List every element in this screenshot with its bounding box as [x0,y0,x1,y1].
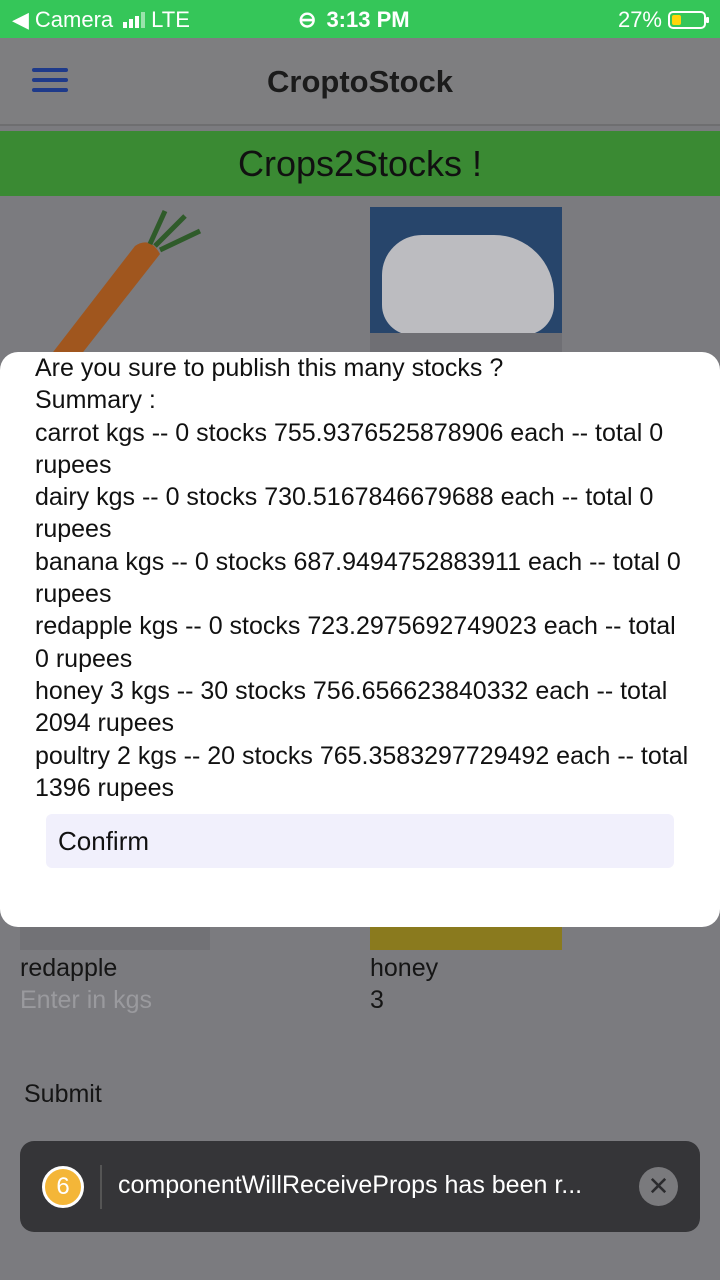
modal-summary: Are you sure to publish this many stocks… [35,352,690,804]
status-left[interactable]: ◀ Camera LTE [12,7,190,33]
summary-line-poultry: poultry 2 kgs -- 20 stocks 765.358329772… [35,741,689,802]
link-icon: ⊖ [298,7,317,32]
redapple-kgs-input[interactable]: Enter in kgs [20,986,152,1015]
network-label: LTE [151,7,190,32]
signal-icon [123,12,146,28]
dairy-image [370,207,562,357]
summary-line-redapple: redapple kgs -- 0 stocks 723.29756927490… [35,612,676,673]
toast-message: componentWillReceiveProps has been r... [118,1171,583,1199]
status-bar: ◀ Camera LTE ⊖ 3:13 PM 27% [0,0,720,38]
app-header: CroptoStock [0,38,720,126]
honey-kgs-input[interactable]: 3 [370,986,384,1015]
submit-button[interactable]: Submit [24,1080,102,1109]
battery-percent: 27% [617,7,662,32]
close-icon[interactable]: ✕ [639,1167,678,1206]
confirm-button[interactable]: Confirm [46,814,674,868]
back-app-label: Camera [34,7,114,32]
honey-label: honey [370,954,439,982]
toast-divider [100,1165,102,1209]
summary-line-dairy: dairy kgs -- 0 stocks 730.5167846679688 … [35,483,654,544]
back-arrow-icon: ◀ [12,7,29,32]
warning-toast[interactable]: 6 componentWillReceiveProps has been r..… [20,1141,700,1232]
battery-icon [668,11,709,29]
status-right: 27% [617,7,709,33]
summary-heading: Summary : [35,386,156,415]
confirm-modal: Are you sure to publish this many stocks… [0,352,720,927]
app-title: CroptoStock [267,64,453,99]
status-center: ⊖ 3:13 PM [298,7,410,33]
page-banner: Crops2Stocks ! [0,131,720,196]
summary-line-honey: honey 3 kgs -- 30 stocks 756.65662384033… [35,676,668,738]
redapple-label: redapple [20,954,118,982]
summary-line-carrot: carrot kgs -- 0 stocks 755.9376525878906… [35,418,664,479]
status-time: 3:13 PM [326,7,410,32]
summary-line-banana: banana kgs -- 0 stocks 687.9494752883911… [35,547,681,609]
warning-count-badge: 6 [42,1166,84,1208]
modal-question: Are you sure to publish this many stocks… [35,354,504,382]
carrot-image [50,209,202,356]
